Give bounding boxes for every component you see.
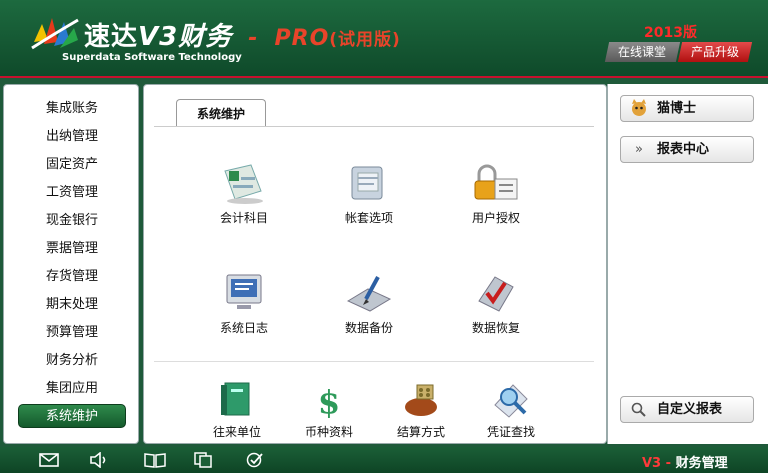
- custom-report-button[interactable]: 自定义报表: [620, 396, 754, 423]
- footer-module: V3 - 财务管理: [642, 456, 728, 471]
- section-divider: [154, 361, 594, 362]
- copy-icon[interactable]: [192, 451, 214, 469]
- mail-icon[interactable]: [38, 451, 60, 469]
- status-bar: V3 - 财务管理: [0, 447, 768, 473]
- function-label: 用户授权: [471, 211, 520, 225]
- function-label: 结算方式: [396, 425, 445, 439]
- settlement-icon: [405, 384, 437, 416]
- function-book-options[interactable]: 帐套选项: [324, 163, 414, 226]
- app-header: 速达V3财务 - PRO(试用版) Superdata Software Tec…: [0, 0, 768, 78]
- book-icon: [221, 382, 250, 416]
- online-class-button[interactable]: 在线课堂: [604, 42, 681, 62]
- report-center-button[interactable]: » 报表中心: [620, 136, 754, 163]
- folder-options-icon: [351, 166, 383, 200]
- svg-text:$: $: [318, 383, 340, 419]
- sidebar-item-cashier[interactable]: 出纳管理: [18, 125, 126, 149]
- sidebar-item-fixed-assets[interactable]: 固定资产: [18, 153, 126, 177]
- sidebar-item-bills[interactable]: 票据管理: [18, 237, 126, 261]
- logo-icon: [31, 18, 79, 50]
- upgrade-button[interactable]: 产品升级: [677, 42, 753, 62]
- function-label: 凭证查找: [486, 425, 535, 439]
- function-label: 系统日志: [219, 321, 268, 335]
- restore-icon: [478, 276, 514, 312]
- sidebar-item-budget[interactable]: 预算管理: [18, 321, 126, 345]
- function-currency[interactable]: $ 币种资料: [284, 381, 374, 440]
- function-accounts[interactable]: 会计科目: [199, 163, 289, 226]
- sidebar-item-financial-analysis[interactable]: 财务分析: [18, 349, 126, 373]
- backup-icon: [346, 276, 392, 312]
- function-label: 数据恢复: [471, 321, 520, 335]
- monitor-icon: [226, 274, 262, 309]
- currency-icon: $: [318, 383, 340, 419]
- function-voucher-search[interactable]: 凭证查找: [466, 381, 556, 440]
- function-contacts[interactable]: 往来单位: [192, 381, 282, 440]
- main-panel: 系统维护 会计科目 帐套选项 用户授权 系统日志 数据备份 数据恢复 往来单位 …: [143, 84, 607, 444]
- function-label: 往来单位: [212, 425, 261, 439]
- function-user-auth[interactable]: 用户授权: [451, 163, 541, 226]
- function-system-log[interactable]: 系统日志: [199, 273, 289, 336]
- sidebar-item-inventory[interactable]: 存货管理: [18, 265, 126, 289]
- sidebar-item-integrated-accounting[interactable]: 集成账务: [18, 97, 126, 121]
- cat-icon: [629, 96, 649, 129]
- search-icon: [629, 397, 649, 427]
- sidebar-item-period-end[interactable]: 期末处理: [18, 293, 126, 317]
- accounts-icon: [224, 164, 263, 204]
- sidebar-item-group[interactable]: 集团应用: [18, 377, 126, 401]
- chevrons-icon: »: [635, 142, 643, 157]
- magnifier-icon: [494, 384, 528, 418]
- sidebar-item-system-maintenance[interactable]: 系统维护: [18, 404, 126, 428]
- sidebar-item-payroll[interactable]: 工资管理: [18, 181, 126, 205]
- tab-divider: [154, 126, 594, 127]
- function-data-restore[interactable]: 数据恢复: [451, 273, 541, 336]
- function-label: 帐套选项: [344, 211, 393, 225]
- sidebar: 集成账务 出纳管理 固定资产 工资管理 现金银行 票据管理 存货管理 期末处理 …: [3, 84, 139, 444]
- function-label: 币种资料: [304, 425, 353, 439]
- brand-title: 速达V3财务 - PRO(试用版): [84, 22, 401, 52]
- cat-doctor-button[interactable]: 猫博士: [620, 95, 754, 122]
- function-settlement[interactable]: 结算方式: [376, 381, 466, 440]
- function-label: 会计科目: [219, 211, 268, 225]
- brand-subtitle: Superdata Software Technology: [62, 52, 242, 63]
- right-panel: 猫博士 » 报表中心 自定义报表: [607, 84, 768, 444]
- lock-icon: [474, 164, 518, 200]
- function-data-backup[interactable]: 数据备份: [324, 273, 414, 336]
- tab-system-maintenance[interactable]: 系统维护: [176, 99, 266, 127]
- function-label: 数据备份: [344, 321, 393, 335]
- year-label: 2013版: [644, 25, 697, 41]
- sidebar-item-cash-bank[interactable]: 现金银行: [18, 209, 126, 233]
- speaker-icon[interactable]: [88, 451, 110, 469]
- book-open-icon[interactable]: [144, 451, 166, 469]
- check-icon[interactable]: [244, 451, 266, 469]
